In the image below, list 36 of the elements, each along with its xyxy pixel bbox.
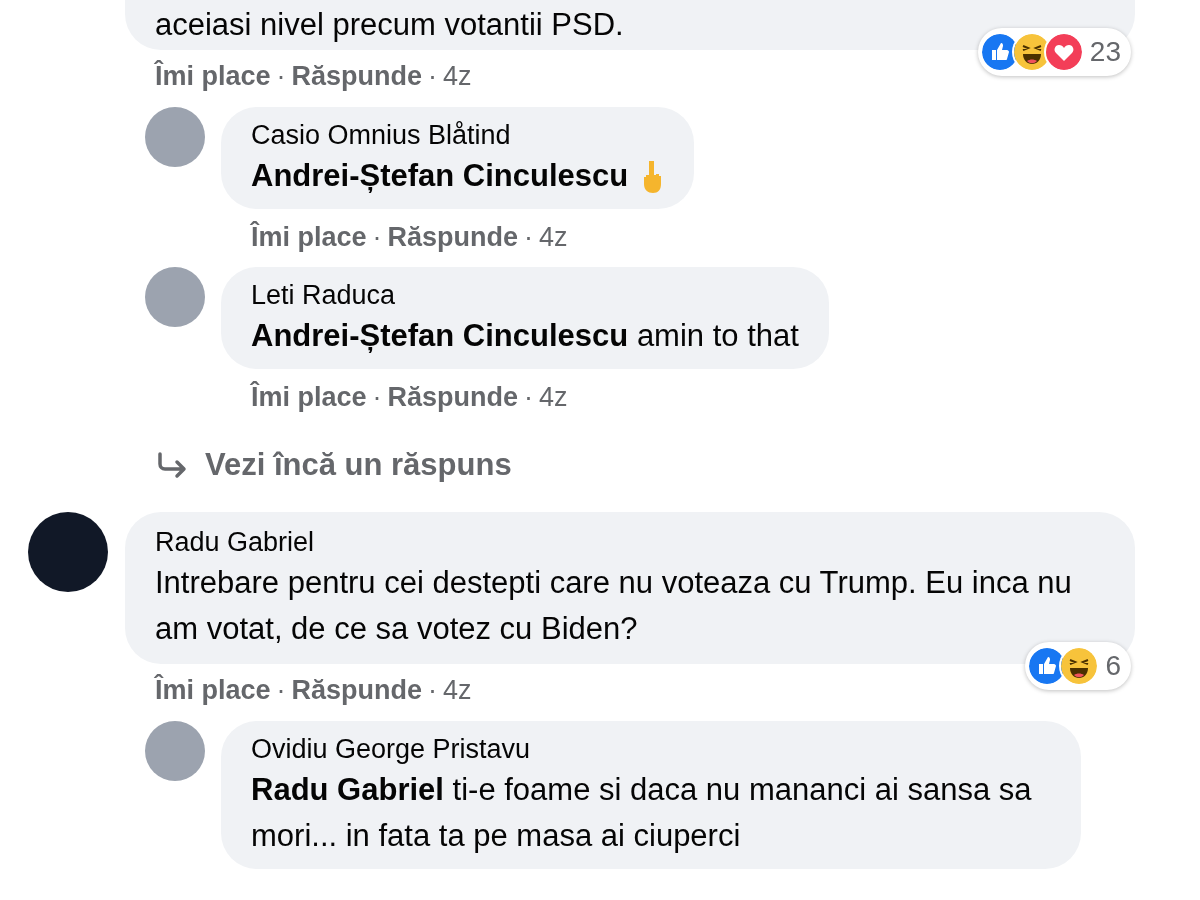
reply-arrow-icon <box>155 450 189 479</box>
separator-dot: · <box>524 220 534 254</box>
comment-text: Andrei-Ștefan Cinculescu amin to that <box>251 317 799 355</box>
view-more-replies-link[interactable]: Vezi încă un răspuns <box>155 441 1200 488</box>
reaction-count: 23 <box>1089 35 1121 69</box>
comment-time[interactable]: 4z <box>443 56 472 97</box>
comment-text: Radu Gabriel ti-e foame si daca nu mananci ai sansa sa mori... in fata ta pe masa ai ciuperci <box>251 770 1033 855</box>
reply-link[interactable]: Răspunde <box>291 56 423 97</box>
like-link[interactable]: Îmi place <box>251 377 367 418</box>
comment-author[interactable]: Leti Raduca <box>251 277 799 313</box>
like-link[interactable]: Îmi place <box>155 670 271 711</box>
comment-author[interactable]: Radu Gabriel <box>155 524 1105 560</box>
separator-dot: · <box>428 60 438 93</box>
like-link[interactable]: Îmi place <box>251 216 367 257</box>
separator-dot: · <box>428 674 438 707</box>
comment-text: aceiasi nivel precum votantii PSD. <box>155 6 625 44</box>
separator-dot: · <box>276 674 286 707</box>
reactions-badge[interactable]: 23 <box>977 28 1131 76</box>
comment-author[interactable]: Casio Omnius Blåtind <box>251 116 665 153</box>
comment-author[interactable]: Ovidiu George Pristavu <box>251 730 1051 767</box>
separator-dot: · <box>524 381 534 414</box>
separator-dot: · <box>372 381 382 414</box>
reply-link[interactable]: Răspunde <box>387 377 519 418</box>
reply-link[interactable]: Răspunde <box>291 670 423 711</box>
like-link[interactable]: Îmi place <box>155 56 271 97</box>
mention-link[interactable]: Radu Gabriel <box>251 771 444 807</box>
separator-dot: · <box>276 60 286 93</box>
reply-link[interactable]: Răspunde <box>387 216 519 257</box>
separator-dot: · <box>372 220 382 254</box>
reactions-badge[interactable]: 6 <box>1025 642 1131 690</box>
reaction-count: 6 <box>1105 649 1121 683</box>
comment-time[interactable]: 4z <box>539 216 568 257</box>
comment-time[interactable]: 4z <box>443 670 472 711</box>
mention-link[interactable]: Andrei-Ștefan Cinculescu <box>251 318 629 353</box>
comment-time[interactable]: 4z <box>539 377 568 418</box>
mention-link[interactable]: Andrei-Ștefan Cinculescu <box>251 157 629 193</box>
